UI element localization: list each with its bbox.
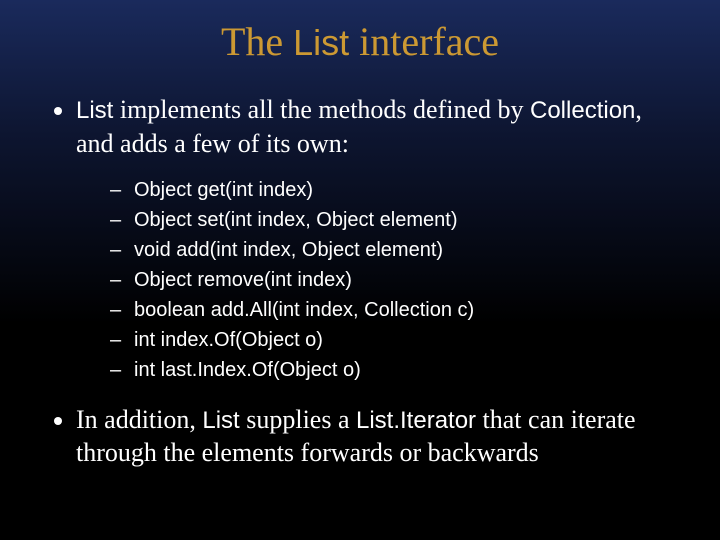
- bullet-1-kw1: List: [76, 97, 113, 124]
- slide-title: The List interface: [40, 18, 680, 65]
- bullet-2: In addition, List supplies a List.Iterat…: [76, 403, 680, 471]
- title-suffix: interface: [349, 19, 499, 64]
- list-item: Object set(int index, Object element): [110, 205, 680, 235]
- bullet-2-text2: supplies a: [240, 405, 356, 434]
- bullet-1: List implements all the methods defined …: [76, 93, 680, 385]
- list-item: boolean add.All(int index, Collection c): [110, 295, 680, 325]
- list-item: Object get(int index): [110, 175, 680, 205]
- bullet-2-kw2: List.Iterator: [356, 407, 476, 434]
- bullet-2-text1: In addition,: [76, 405, 202, 434]
- slide: The List interface List implements all t…: [0, 0, 720, 540]
- bullet-2-kw1: List: [202, 407, 239, 434]
- list-item: int last.Index.Of(Object o): [110, 355, 680, 385]
- bullet-1-kw2: Collection: [530, 97, 635, 124]
- bullet-1-text1: implements all the methods defined by: [113, 95, 530, 124]
- list-item: int index.Of(Object o): [110, 325, 680, 355]
- title-prefix: The: [221, 19, 293, 64]
- title-keyword: List: [293, 22, 349, 63]
- list-item: void add(int index, Object element): [110, 235, 680, 265]
- method-list: Object get(int index) Object set(int ind…: [76, 175, 680, 385]
- list-item: Object remove(int index): [110, 265, 680, 295]
- top-bullets: List implements all the methods defined …: [40, 93, 680, 470]
